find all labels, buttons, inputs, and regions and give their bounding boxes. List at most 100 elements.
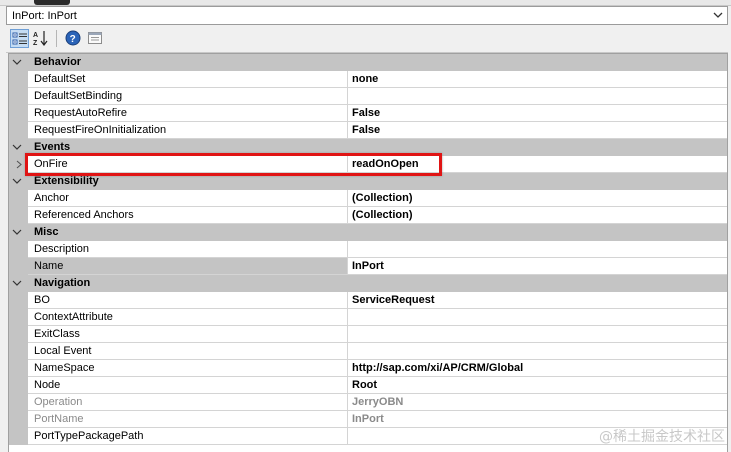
highlight-annotation-box: [25, 153, 442, 176]
row-gutter: [9, 88, 28, 105]
property-name-cell[interactable]: RequestFireOnInitialization: [28, 122, 348, 139]
property-value-cell[interactable]: none: [348, 71, 727, 88]
property-toolbar: A Z ?: [6, 26, 728, 53]
property-name: Node: [34, 379, 61, 391]
property-name-cell[interactable]: Description: [28, 241, 348, 258]
property-row-contextattribute[interactable]: ContextAttribute: [9, 309, 727, 326]
property-name-cell[interactable]: NameSpace: [28, 360, 348, 377]
property-row-defaultset[interactable]: DefaultSet none: [9, 71, 727, 88]
property-value: False: [352, 124, 381, 136]
property-name: ContextAttribute: [34, 311, 113, 323]
property-name-cell[interactable]: BO: [28, 292, 348, 309]
property-value-cell[interactable]: [348, 343, 727, 360]
property-name-cell[interactable]: PortTypePackagePath: [28, 428, 348, 445]
property-value-cell[interactable]: [348, 241, 727, 258]
property-value-cell[interactable]: (Collection): [348, 207, 727, 224]
property-row-node[interactable]: Node Root: [9, 377, 727, 394]
property-name-cell[interactable]: RequestAutoRefire: [28, 105, 348, 122]
property-name: NameSpace: [34, 362, 95, 374]
property-name: PortName: [34, 413, 84, 425]
property-row-operation[interactable]: Operation JerryOBN: [9, 394, 727, 411]
property-name: RequestAutoRefire: [34, 107, 127, 119]
property-name-cell[interactable]: Node: [28, 377, 348, 394]
category-behavior[interactable]: Behavior: [9, 54, 727, 71]
property-row-requestautorefire[interactable]: RequestAutoRefire False: [9, 105, 727, 122]
property-name: DefaultSet: [34, 73, 86, 85]
property-name: Referenced Anchors: [34, 209, 134, 221]
chevron-down-icon[interactable]: [11, 57, 23, 68]
svg-text:A: A: [33, 32, 38, 39]
property-name: BO: [34, 294, 50, 306]
category-label: Behavior: [34, 56, 82, 68]
property-value: (Collection): [352, 209, 413, 221]
alphabetical-sort-button[interactable]: A Z: [32, 29, 51, 48]
property-row-local-event[interactable]: Local Event: [9, 343, 727, 360]
property-value: none: [352, 73, 379, 85]
property-row-bo[interactable]: BO ServiceRequest: [9, 292, 727, 309]
property-value-cell[interactable]: [348, 309, 727, 326]
property-value-cell[interactable]: ServiceRequest: [348, 292, 727, 309]
property-row-defaultsetbinding[interactable]: DefaultSetBinding: [9, 88, 727, 105]
category-misc[interactable]: Misc: [9, 224, 727, 241]
property-row-referenced-anchors[interactable]: Referenced Anchors (Collection): [9, 207, 727, 224]
property-name-cell[interactable]: ExitClass: [28, 326, 348, 343]
property-value-cell[interactable]: Root: [348, 377, 727, 394]
row-gutter: [9, 377, 28, 394]
property-row-description[interactable]: Description: [9, 241, 727, 258]
property-name-cell[interactable]: Local Event: [28, 343, 348, 360]
property-value-cell[interactable]: False: [348, 105, 727, 122]
property-name: Operation: [34, 396, 83, 408]
property-name-cell[interactable]: Operation: [28, 394, 348, 411]
property-name-cell[interactable]: PortName: [28, 411, 348, 428]
row-gutter: [9, 394, 28, 411]
category-label: Misc: [34, 226, 59, 238]
svg-text:Z: Z: [33, 40, 38, 46]
category-label: Navigation: [34, 277, 91, 289]
property-value-cell[interactable]: (Collection): [348, 190, 727, 207]
row-gutter: [9, 241, 28, 258]
chevron-down-icon[interactable]: [11, 142, 23, 153]
property-name-cell[interactable]: DefaultSet: [28, 71, 348, 88]
property-row-anchor[interactable]: Anchor (Collection): [9, 190, 727, 207]
property-value-cell[interactable]: [348, 326, 727, 343]
property-name: Name: [34, 260, 64, 272]
property-value-cell[interactable]: [348, 88, 727, 105]
property-value: (Collection): [352, 192, 413, 204]
property-name: RequestFireOnInitialization: [34, 124, 167, 136]
row-gutter: [9, 207, 28, 224]
property-name-cell[interactable]: Name: [28, 258, 348, 275]
row-gutter: [9, 411, 28, 428]
property-row-namespace[interactable]: NameSpace http://sap.com/xi/AP/CRM/Global: [9, 360, 727, 377]
row-gutter: [9, 190, 28, 207]
property-row-requestfireoninitialization[interactable]: RequestFireOnInitialization False: [9, 122, 727, 139]
property-row-exitclass[interactable]: ExitClass: [9, 326, 727, 343]
property-value: Root: [352, 379, 378, 391]
chevron-down-icon[interactable]: [11, 278, 23, 289]
property-value: http://sap.com/xi/AP/CRM/Global: [352, 362, 524, 374]
property-value-cell[interactable]: JerryOBN: [348, 394, 727, 411]
chevron-down-icon[interactable]: [711, 9, 725, 22]
property-name: ExitClass: [34, 328, 80, 340]
property-row-name[interactable]: Name InPort: [9, 258, 727, 275]
property-name-cell[interactable]: ContextAttribute: [28, 309, 348, 326]
help-button[interactable]: ?: [64, 29, 83, 48]
property-value-cell[interactable]: False: [348, 122, 727, 139]
property-value: InPort: [352, 260, 384, 272]
row-gutter: [9, 360, 28, 377]
row-gutter: [9, 71, 28, 88]
row-gutter: [9, 309, 28, 326]
categorized-view-button[interactable]: [10, 29, 29, 48]
property-name-cell[interactable]: DefaultSetBinding: [28, 88, 348, 105]
chevron-down-icon[interactable]: [11, 176, 23, 187]
property-pages-button[interactable]: [86, 29, 105, 48]
property-value-cell[interactable]: InPort: [348, 258, 727, 275]
object-selector-dropdown[interactable]: InPort: InPort: [6, 6, 728, 25]
property-value-cell[interactable]: http://sap.com/xi/AP/CRM/Global: [348, 360, 727, 377]
row-gutter: [9, 326, 28, 343]
chevron-right-icon[interactable]: [15, 160, 23, 169]
property-name-cell[interactable]: Referenced Anchors: [28, 207, 348, 224]
chevron-down-icon[interactable]: [11, 227, 23, 238]
property-name-cell[interactable]: Anchor: [28, 190, 348, 207]
watermark: @稀土掘金技术社区: [599, 429, 725, 445]
category-navigation[interactable]: Navigation: [9, 275, 727, 292]
